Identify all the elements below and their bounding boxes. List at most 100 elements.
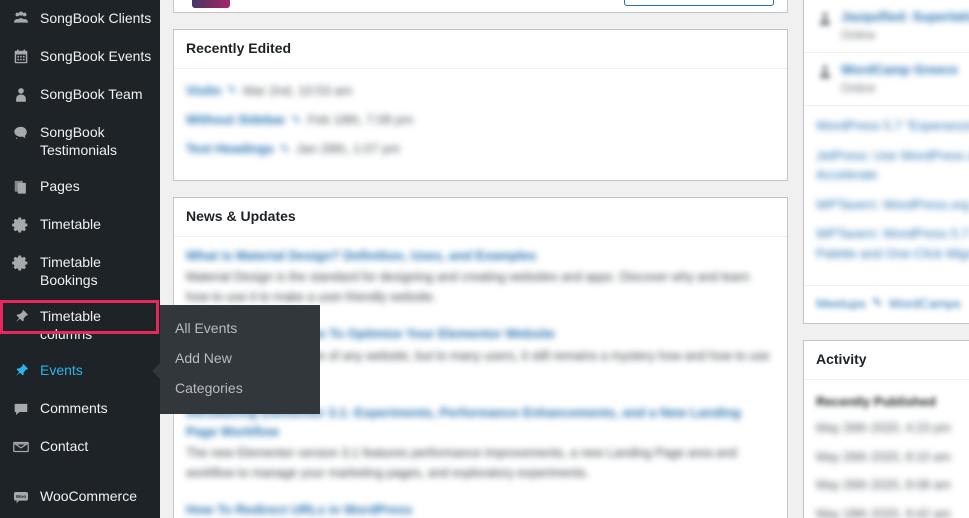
sidebar-item-pages[interactable]: Pages [0, 168, 160, 206]
sidebar-item-songbook-team[interactable]: SongBook Team [0, 76, 160, 114]
recently-edited-row[interactable]: Without Sidebar ✎ Feb 18th, 7:08 pm [186, 110, 775, 130]
activity-subtitle: Recently Published [816, 393, 936, 409]
dashboard-left-column: Recently Edited Violin ✎ Mar 2nd, 10:53 am… [173, 0, 788, 518]
speech-bubble-icon [11, 123, 31, 143]
activity-line: May 26th 2020, 8:10 am [816, 449, 951, 464]
news-item: Introducing Elementor 3.1: Experiments, … [186, 404, 775, 483]
recently-edited-header: Recently Edited [174, 30, 787, 69]
events-submenu-flyout[interactable]: All Events Add New Categories [160, 305, 320, 414]
pencil-icon: ✎ [291, 112, 302, 127]
sidebar-item-timetable[interactable]: Timetable [0, 206, 160, 244]
sidebar-item-songbook-testimonials[interactable]: SongBook Testimonials [0, 114, 160, 168]
sidebar-item-label: Timetable [40, 216, 101, 232]
recently-edited-date: Jan 28th, 1:07 pm [295, 140, 401, 156]
event-location: Online [841, 28, 876, 43]
svg-text:Woo: Woo [16, 494, 26, 500]
submenu-item-add-new[interactable]: Add New [160, 343, 320, 373]
sidebar-item-label: SongBook Testimonials [40, 124, 118, 158]
sidebar-item-label: SongBook Events [40, 48, 152, 64]
news-item-title[interactable]: How To Redirect URLs in WordPress [186, 501, 775, 518]
recently-edited-row[interactable]: Violin ✎ Mar 2nd, 10:53 am [186, 81, 775, 101]
primary-gradient-button[interactable] [192, 0, 230, 8]
sidebar-item-comments[interactable]: Comments [0, 390, 160, 428]
sidebar-item-label: Comments [40, 400, 108, 416]
sidebar-item-timetable-bookings[interactable]: Timetable Bookings [0, 244, 160, 298]
avatar [816, 63, 832, 79]
pin-icon [11, 307, 31, 327]
events-news-card: Jazquified: Superlative Online WordCamp Gr… [803, 0, 969, 325]
pin-icon [11, 361, 31, 381]
activity-title: Activity [816, 351, 867, 368]
activity-card: Activity Recently Published May 26th 202… [803, 340, 969, 518]
event-row[interactable]: Jazquified: Superlative Online [804, 0, 969, 54]
group-icon [11, 9, 31, 29]
activity-line: May 26th 2020, 4:23 pm [816, 420, 951, 435]
event-name[interactable]: WordCamp Greece [841, 62, 958, 77]
news-item: How To Redirect URLs in WordPressRedirec… [186, 501, 775, 518]
meetup-footer: Meetups ✎ WordCamps [804, 285, 969, 323]
news-item-description: Material Design is the standard for desi… [186, 270, 750, 304]
recently-edited-body: Violin ✎ Mar 2nd, 10:53 am Without Sidebar ✎… [174, 69, 787, 180]
wordpress-news-link[interactable]: JetPress: Use WordPress and WordPress AI… [816, 146, 969, 185]
avatar [816, 10, 832, 26]
activity-body: Recently Published May 26th 2020, 4:23 p… [804, 380, 969, 518]
sidebar-item-woocommerce[interactable]: Woo WooCommerce [0, 478, 160, 516]
event-row[interactable]: WordCamp Greece Online [804, 53, 969, 107]
woocommerce-icon: Woo [11, 487, 31, 507]
sidebar-item-label: Timetable columns [40, 308, 101, 342]
envelope-icon [11, 437, 31, 457]
secondary-outline-button[interactable] [624, 0, 774, 6]
wordpress-news-link[interactable]: WPTavern: WordPress 5.7 Introduces New C… [816, 224, 969, 263]
sidebar-item-songbook-clients[interactable]: SongBook Clients [0, 0, 160, 38]
meetup-label: Meetups [816, 295, 866, 311]
meetup-row[interactable]: Meetups ✎ WordCamps [816, 295, 969, 311]
person-icon [11, 85, 31, 105]
recently-edited-title: Recently Edited [186, 40, 292, 56]
news-item: What is Material Design? Definition, Use… [186, 247, 775, 308]
sidebar-item-events[interactable]: Events [0, 352, 160, 390]
quick-actions-card [173, 0, 788, 13]
sidebar-item-label: SongBook Team [40, 86, 143, 102]
pencil-icon: ✎ [279, 141, 290, 156]
sidebar-item-contact[interactable]: Contact [0, 428, 160, 466]
news-item-title[interactable]: What is Material Design? Definition, Use… [186, 247, 775, 266]
comment-icon [11, 399, 31, 419]
recently-edited-date: Mar 2nd, 10:53 am [243, 82, 353, 98]
pencil-icon: ✎ [227, 83, 238, 98]
submenu-item-categories[interactable]: Categories [160, 373, 320, 403]
activity-line: May 18th 2020, 9:42 am [816, 507, 951, 518]
wordpress-news-links: WordPress 5.7 “Esperanza” JetPress: Use W… [804, 106, 969, 285]
sidebar-item-songbook-events[interactable]: SongBook Events [0, 38, 160, 76]
dashboard-right-column: Jazquified: Superlative Online WordCamp Gr… [803, 0, 969, 518]
activity-line: May 26th 2020, 8:08 am [816, 478, 951, 493]
sidebar-item-label: Pages [40, 178, 80, 194]
pages-icon [11, 177, 31, 197]
dashboard-main: Recently Edited Violin ✎ Mar 2nd, 10:53 am… [160, 0, 969, 518]
wordcamps-link[interactable]: WordCamps [889, 296, 961, 311]
wordpress-news-link[interactable]: WPTavern: WordPress.org Updates [816, 195, 969, 215]
gear-icon [11, 253, 31, 273]
sidebar-item-timetable-columns[interactable]: Timetable columns [0, 298, 160, 352]
recently-edited-title-link[interactable]: Violin [186, 81, 221, 101]
sidebar-separator [0, 466, 160, 478]
submenu-item-all-events[interactable]: All Events [160, 313, 320, 343]
sidebar-item-label: Events [40, 362, 83, 378]
news-item-description: The new Elementor version 3.1 features p… [186, 446, 738, 480]
event-name[interactable]: Jazquified: Superlative [841, 9, 969, 24]
recently-edited-title-link[interactable]: Text Headings [186, 139, 274, 159]
sidebar-item-label: Timetable Bookings [40, 254, 101, 288]
recently-edited-title-link[interactable]: Without Sidebar [186, 110, 286, 130]
pencil-icon: ✎ [871, 295, 883, 311]
submenu-arrow-icon [152, 363, 160, 379]
sidebar-item-label: Contact [40, 438, 89, 454]
news-updates-title: News & Updates [186, 208, 296, 225]
recently-edited-date: Feb 18th, 7:08 pm [307, 111, 414, 127]
admin-sidebar: SongBook Clients SongBook Events SongBook … [0, 0, 160, 518]
recently-edited-row[interactable]: Text Headings ✎ Jan 28th, 1:07 pm [186, 139, 775, 159]
recently-edited-card: Recently Edited Violin ✎ Mar 2nd, 10:53 am… [173, 29, 788, 182]
activity-header: Activity [804, 341, 969, 380]
sidebar-item-label: WooCommerce [40, 488, 137, 504]
gear-icon [11, 215, 31, 235]
wordpress-news-link[interactable]: WordPress 5.7 “Esperanza” [816, 116, 969, 136]
sidebar-item-label: SongBook Clients [40, 10, 152, 26]
